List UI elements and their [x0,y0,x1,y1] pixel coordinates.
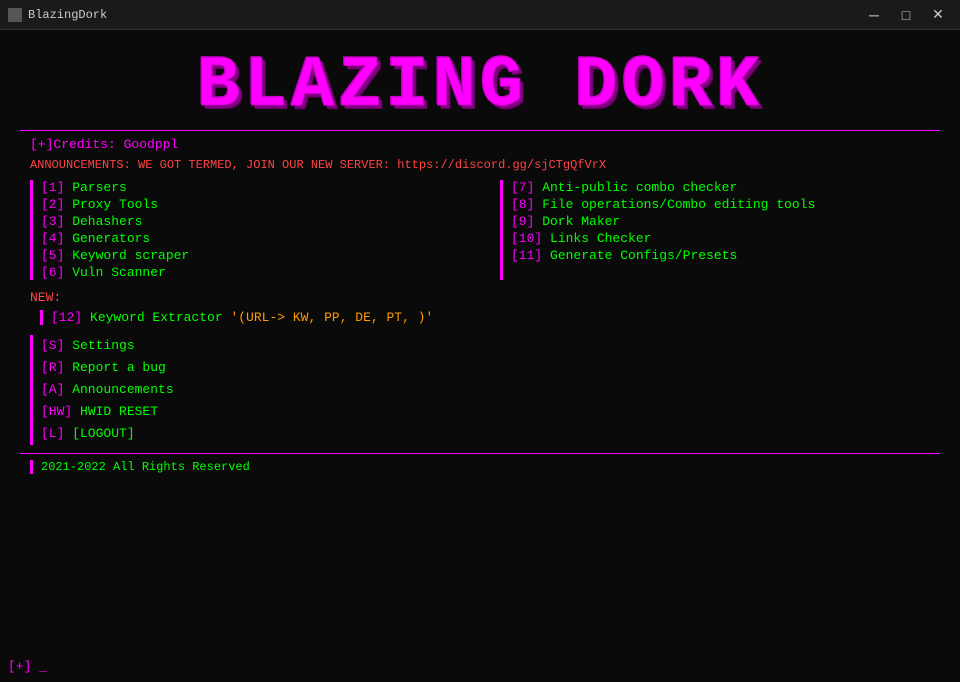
menu-key: [3] [41,214,64,229]
menu-left-item[interactable]: [5] Keyword scraper [41,248,470,263]
bottom-label: Settings [64,338,134,353]
big-title-text: BLAZING DORK [197,50,763,122]
new-section: NEW: [12] Keyword Extractor '(URL-> KW, … [30,288,940,325]
menu-left-item[interactable]: [1] Parsers [41,180,470,195]
main-content: BLAZING DORK [+]Credits: Goodppl ANNOUNC… [0,30,960,682]
menu-key: [2] [41,197,64,212]
menu-left-item[interactable]: [2] Proxy Tools [41,197,470,212]
menu-left: [1] Parsers[2] Proxy Tools[3] Dehashers[… [30,180,470,280]
menu-key: [5] [41,248,64,263]
new-item-label: Keyword Extractor [82,310,230,325]
menu-label: File operations/Combo editing tools [534,197,815,212]
menu-key: [9] [511,214,534,229]
menu-left-item[interactable]: [4] Generators [41,231,470,246]
menu-label: Vuln Scanner [64,265,165,280]
bottom-label: HWID RESET [72,404,158,419]
bottom-menu-item[interactable]: [R] Report a bug [41,357,940,379]
menu-label: Generate Configs/Presets [542,248,737,263]
footer-text: 2021-2022 All Rights Reserved [41,460,250,474]
titlebar-controls: ─ □ ✕ [860,4,952,26]
window-title: BlazingDork [28,8,107,22]
maximize-button[interactable]: □ [892,4,920,26]
bottom-key: [S] [41,338,64,353]
app-big-title: BLAZING DORK [20,50,940,122]
menu-label: Keyword scraper [64,248,189,263]
menu-label: Dork Maker [534,214,620,229]
bottom-menu: [S] Settings[R] Report a bug[A] Announce… [30,335,940,445]
minimize-button[interactable]: ─ [860,4,888,26]
menu-key: [11] [511,248,542,263]
menu-label: Links Checker [542,231,651,246]
announcement-text: ANNOUNCEMENTS: WE GOT TERMED, JOIN OUR N… [30,158,940,172]
new-item-args: '(URL-> KW, PP, DE, PT, )' [230,310,433,325]
bottom-key: [A] [41,382,64,397]
new-item-key: [12] [51,310,82,325]
new-item[interactable]: [12] Keyword Extractor '(URL-> KW, PP, D… [40,310,940,325]
bottom-key: [HW] [41,404,72,419]
bottom-menu-item[interactable]: [HW] HWID RESET [41,401,940,423]
bottom-menu-item[interactable]: [L] [LOGOUT] [41,423,940,445]
menu-right: [7] Anti-public combo checker[8] File op… [500,180,940,280]
titlebar: BlazingDork ─ □ ✕ [0,0,960,30]
divider-top [20,130,940,131]
credits-line: [+]Credits: Goodppl [30,137,940,152]
bottom-label: Announcements [64,382,173,397]
menu-left-item[interactable]: [3] Dehashers [41,214,470,229]
menu-left-item[interactable]: [6] Vuln Scanner [41,265,470,280]
menu-label: Proxy Tools [64,197,158,212]
menu-right-item[interactable]: [7] Anti-public combo checker [511,180,940,195]
divider-bottom [20,453,940,454]
bottom-label: Report a bug [64,360,165,375]
menu-key: [6] [41,265,64,280]
menu-key: [10] [511,231,542,246]
menu-key: [4] [41,231,64,246]
menu-label: Dehashers [64,214,142,229]
menu-key: [7] [511,180,534,195]
menu-grid: [1] Parsers[2] Proxy Tools[3] Dehashers[… [20,180,940,280]
menu-right-item[interactable]: [11] Generate Configs/Presets [511,248,940,263]
menu-label: Generators [64,231,150,246]
bottom-key: [L] [41,426,64,441]
titlebar-left: BlazingDork [8,8,107,22]
menu-key: [8] [511,197,534,212]
menu-right-item[interactable]: [10] Links Checker [511,231,940,246]
new-label: NEW: [30,290,61,305]
app-icon [8,8,22,22]
bottom-menu-item[interactable]: [S] Settings [41,335,940,357]
menu-label: Parsers [64,180,126,195]
bottom-label: [LOGOUT] [64,426,134,441]
menu-label: Anti-public combo checker [534,180,737,195]
close-button[interactable]: ✕ [924,4,952,26]
bottom-key: [R] [41,360,64,375]
menu-right-item[interactable]: [8] File operations/Combo editing tools [511,197,940,212]
menu-right-item[interactable]: [9] Dork Maker [511,214,940,229]
footer: 2021-2022 All Rights Reserved [30,460,940,474]
menu-key: [1] [41,180,64,195]
bottom-menu-item[interactable]: [A] Announcements [41,379,940,401]
cli-prompt: [+] _ [8,659,47,674]
